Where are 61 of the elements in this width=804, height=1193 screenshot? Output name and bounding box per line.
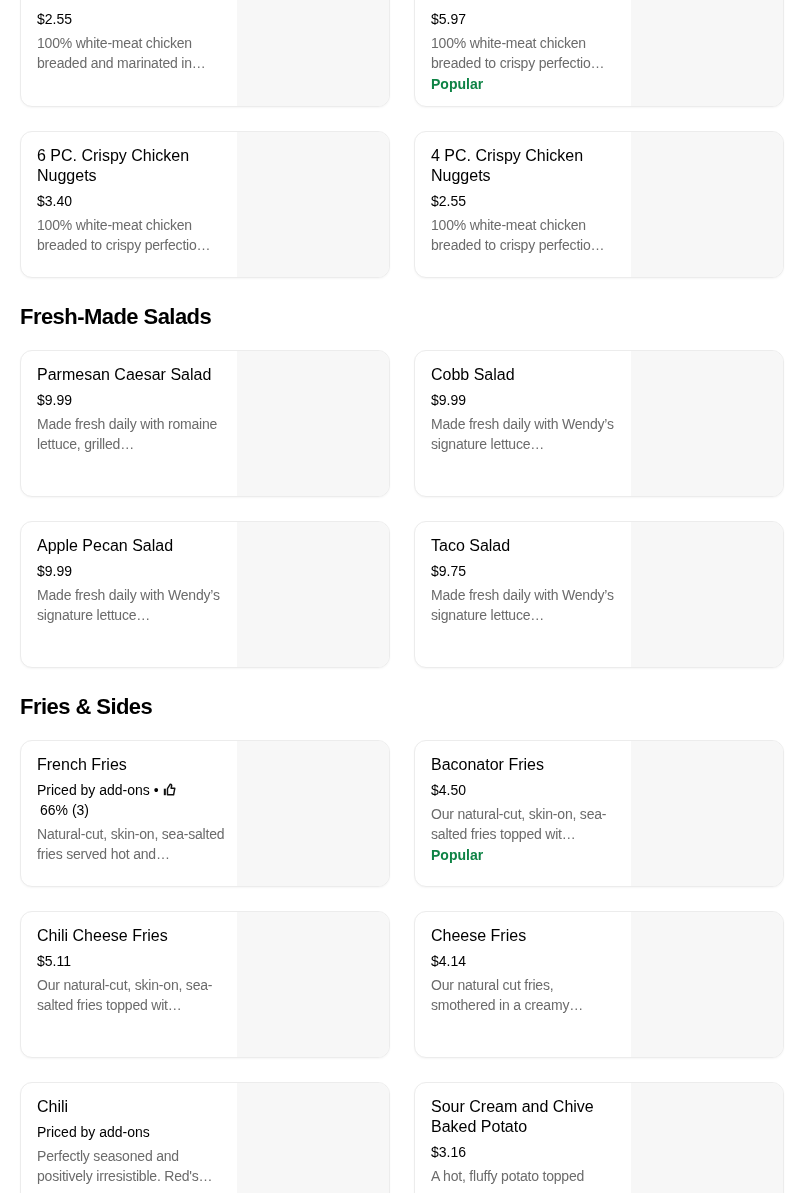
item-title: Cobb Salad: [431, 365, 516, 385]
menu-item-card[interactable]: 6 PC. Crispy Chicken Nuggets $3.40 100% white-meat chicken breaded to crispy perfectio…: [20, 131, 390, 278]
item-description: Made fresh daily with Wendy’s signature lettuce…: [37, 586, 221, 625]
item-description: Our natural cut fries, smothered in a creamy…: [431, 976, 584, 1015]
item-price: $4.50: [431, 782, 467, 798]
thumbs-up-icon: [162, 783, 176, 796]
item-title: 6 PC. Crispy Chicken Nuggets: [37, 146, 191, 186]
item-price: $5.11: [37, 953, 71, 969]
item-title: Sour Cream and Chive Baked Potato: [431, 1097, 595, 1137]
menu-item-card[interactable]: Chili Cheese Fries $5.11 Our natural-cut, skin-on, sea-salted fries topped wit…: [20, 911, 390, 1058]
item-title: Baconator Fries: [431, 755, 545, 775]
menu-item-card[interactable]: $5.97 100% white-meat chicken breaded to crispy perfectio… Popular: [414, 0, 784, 107]
menu-item-card[interactable]: Cheese Fries $4.14 Our natural cut fries, smothered in a creamy…: [414, 911, 784, 1058]
item-price: $4.14: [431, 953, 467, 969]
item-title: Chili: [37, 1097, 70, 1117]
item-description: Made fresh daily with romaine lettuce, grilled…: [37, 415, 219, 454]
item-description: Our natural-cut, skin-on, sea-salted fries topped wit…: [37, 976, 214, 1015]
item-description: 100% white-meat chicken breaded to crispy perfectio…: [431, 34, 606, 73]
item-description: Natural-cut, skin-on, sea-salted fries served hot and…: [37, 825, 225, 864]
menu-item-card[interactable]: $2.55 100% white-meat chicken breaded and marinated in…: [20, 0, 390, 107]
item-price: $3.40: [37, 193, 73, 209]
separator-dot: •: [153, 782, 159, 798]
item-price: Priced by add-ons: [37, 1124, 150, 1140]
item-title: 4 PC. Crispy Chicken Nuggets: [431, 146, 585, 186]
item-price: $3.16: [431, 1144, 467, 1160]
section-heading: Fries & Sides: [20, 693, 154, 721]
rating-text: 66% (3): [40, 802, 90, 818]
menu-item-card[interactable]: Apple Pecan Salad $9.99 Made fresh daily with Wendy’s signature lettuce…: [20, 521, 390, 668]
item-description: 100% white-meat chicken breaded to crispy perfectio…: [431, 216, 606, 255]
item-price: $9.75: [431, 563, 467, 579]
item-price: Priced by add-ons: [37, 782, 150, 798]
item-title: Cheese Fries: [431, 926, 528, 946]
item-title: Parmesan Caesar Salad: [37, 365, 213, 385]
menu-item-card[interactable]: Baconator Fries $4.50 Our natural-cut, skin-on, sea-salted fries topped wit… Popular: [414, 740, 784, 887]
item-description: A hot, fluffy potato topped: [431, 1167, 586, 1186]
item-title: Taco Salad: [431, 536, 512, 556]
item-description: Made fresh daily with Wendy’s signature lettuce…: [431, 586, 615, 625]
menu-item-card[interactable]: Parmesan Caesar Salad $9.99 Made fresh daily with romaine lettuce, grilled…: [20, 350, 390, 497]
menu-item-card[interactable]: Cobb Salad $9.99 Made fresh daily with Wendy’s signature lettuce…: [414, 350, 784, 497]
item-price: $9.99: [37, 563, 73, 579]
item-description: 100% white-meat chicken breaded to crispy perfectio…: [37, 216, 212, 255]
item-price: $5.97: [431, 11, 467, 27]
menu-item-card[interactable]: Taco Salad $9.75 Made fresh daily with Wendy’s signature lettuce…: [414, 521, 784, 668]
menu-item-card[interactable]: French Fries Priced by add-ons • 66% (3) Natural-cut, skin-on, sea-salted fries served hot and…: [20, 740, 390, 887]
item-description: Made fresh daily with Wendy’s signature lettuce…: [431, 415, 615, 454]
menu-item-card[interactable]: 4 PC. Crispy Chicken Nuggets $2.55 100% white-meat chicken breaded to crispy perfectio…: [414, 131, 784, 278]
section-heading: Fresh-Made Salads: [20, 303, 213, 331]
item-title: French Fries: [37, 755, 128, 775]
item-description: Perfectly seasoned and positively irresistible. Red's…: [37, 1147, 214, 1186]
menu-item-card[interactable]: Chili Priced by add-ons Perfectly seasoned and positively irresistible. Red's…: [20, 1082, 390, 1193]
popular-label: Popular: [431, 75, 485, 94]
item-price: $9.99: [37, 392, 73, 408]
item-description: 100% white-meat chicken breaded and marinated in…: [37, 34, 207, 73]
item-price: $9.99: [431, 392, 467, 408]
item-title: Chili Cheese Fries: [37, 926, 169, 946]
item-description: Our natural-cut, skin-on, sea-salted fries topped wit…: [431, 805, 608, 844]
popular-label: Popular: [431, 846, 485, 865]
item-price: $2.55: [37, 11, 73, 27]
item-price: $2.55: [431, 193, 467, 209]
item-title: Apple Pecan Salad: [37, 536, 175, 556]
menu-item-card[interactable]: Sour Cream and Chive Baked Potato $3.16 A hot, fluffy potato topped: [414, 1082, 784, 1193]
